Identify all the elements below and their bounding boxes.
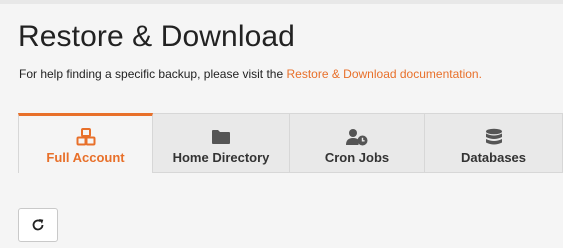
refresh-icon [32,219,44,231]
tab-bar: Full Account Home Directory Cron Jobs Da… [18,113,563,173]
tab-databases[interactable]: Databases [425,113,563,173]
tab-label: Full Account [46,150,125,165]
tab-full-account[interactable]: Full Account [18,113,153,173]
tab-label: Home Directory [172,150,270,165]
database-icon [485,128,502,145]
tab-cron-jobs[interactable]: Cron Jobs [290,113,425,173]
tab-home-directory[interactable]: Home Directory [153,113,290,173]
help-text: For help finding a specific backup, plea… [19,67,482,81]
tab-label: Databases [460,150,527,165]
user-clock-icon [346,129,368,146]
top-bar [0,0,563,4]
folder-icon [212,130,230,144]
page-title: Restore & Download [18,20,295,53]
help-text-prefix: For help finding a specific backup, plea… [19,67,287,81]
boxes-icon [76,128,95,146]
tab-label: Cron Jobs [324,150,390,165]
documentation-link[interactable]: Restore & Download documentation. [286,67,481,81]
refresh-button[interactable] [18,208,58,242]
